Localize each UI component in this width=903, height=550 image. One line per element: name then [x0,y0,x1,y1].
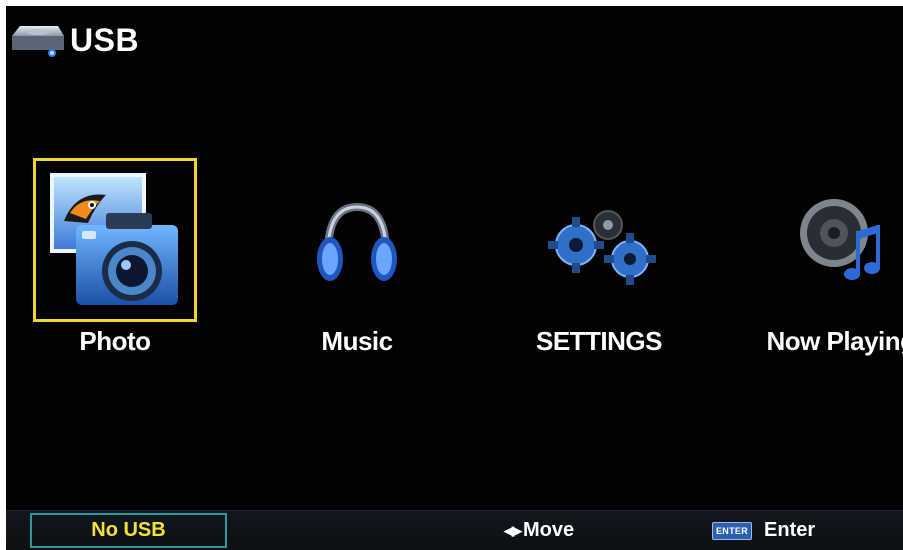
tv-screen: USB Photo Music SETTINGS Now Playing No … [6,6,903,550]
usb-status-box: No USB [30,513,227,548]
music-tile[interactable] [278,161,436,319]
header: USB [6,18,139,62]
left-right-arrows-icon: ◀▶ [504,522,522,538]
menu-item-label: Photo [79,326,151,356]
gears-icon [548,210,656,285]
enter-key-icon: ENTER [712,521,753,540]
settings-tile[interactable] [520,161,678,319]
move-hint: ◀▶ Move [504,519,574,542]
now-playing-tile[interactable] [762,161,903,319]
photo-tile[interactable] [33,158,197,322]
usb-drive-icon [12,26,64,57]
speaker-note-icon [800,199,880,280]
move-label: Move [523,519,575,541]
headphones-icon [317,202,397,281]
screen-frame: USB Photo Music SETTINGS Now Playing No … [0,0,903,550]
status-bar: No USB ◀▶ Move ENTER Enter [6,510,903,550]
page-title: USB [70,21,140,58]
menu-item-photo[interactable]: Photo [30,158,200,356]
menu-item-label: SETTINGS [535,326,663,356]
menu-item-music[interactable]: Music [272,161,442,356]
menu-item-now-playing[interactable]: Now Playing [756,161,903,356]
menu-item-settings[interactable]: SETTINGS [514,161,684,356]
photo-camera-icon [50,173,178,305]
enter-hint: ENTER Enter [712,519,815,542]
menu-item-label: Music [321,326,393,356]
usb-status-text: No USB [91,519,166,541]
menu-item-label: Now Playing [766,326,903,356]
enter-label: Enter [764,519,816,541]
